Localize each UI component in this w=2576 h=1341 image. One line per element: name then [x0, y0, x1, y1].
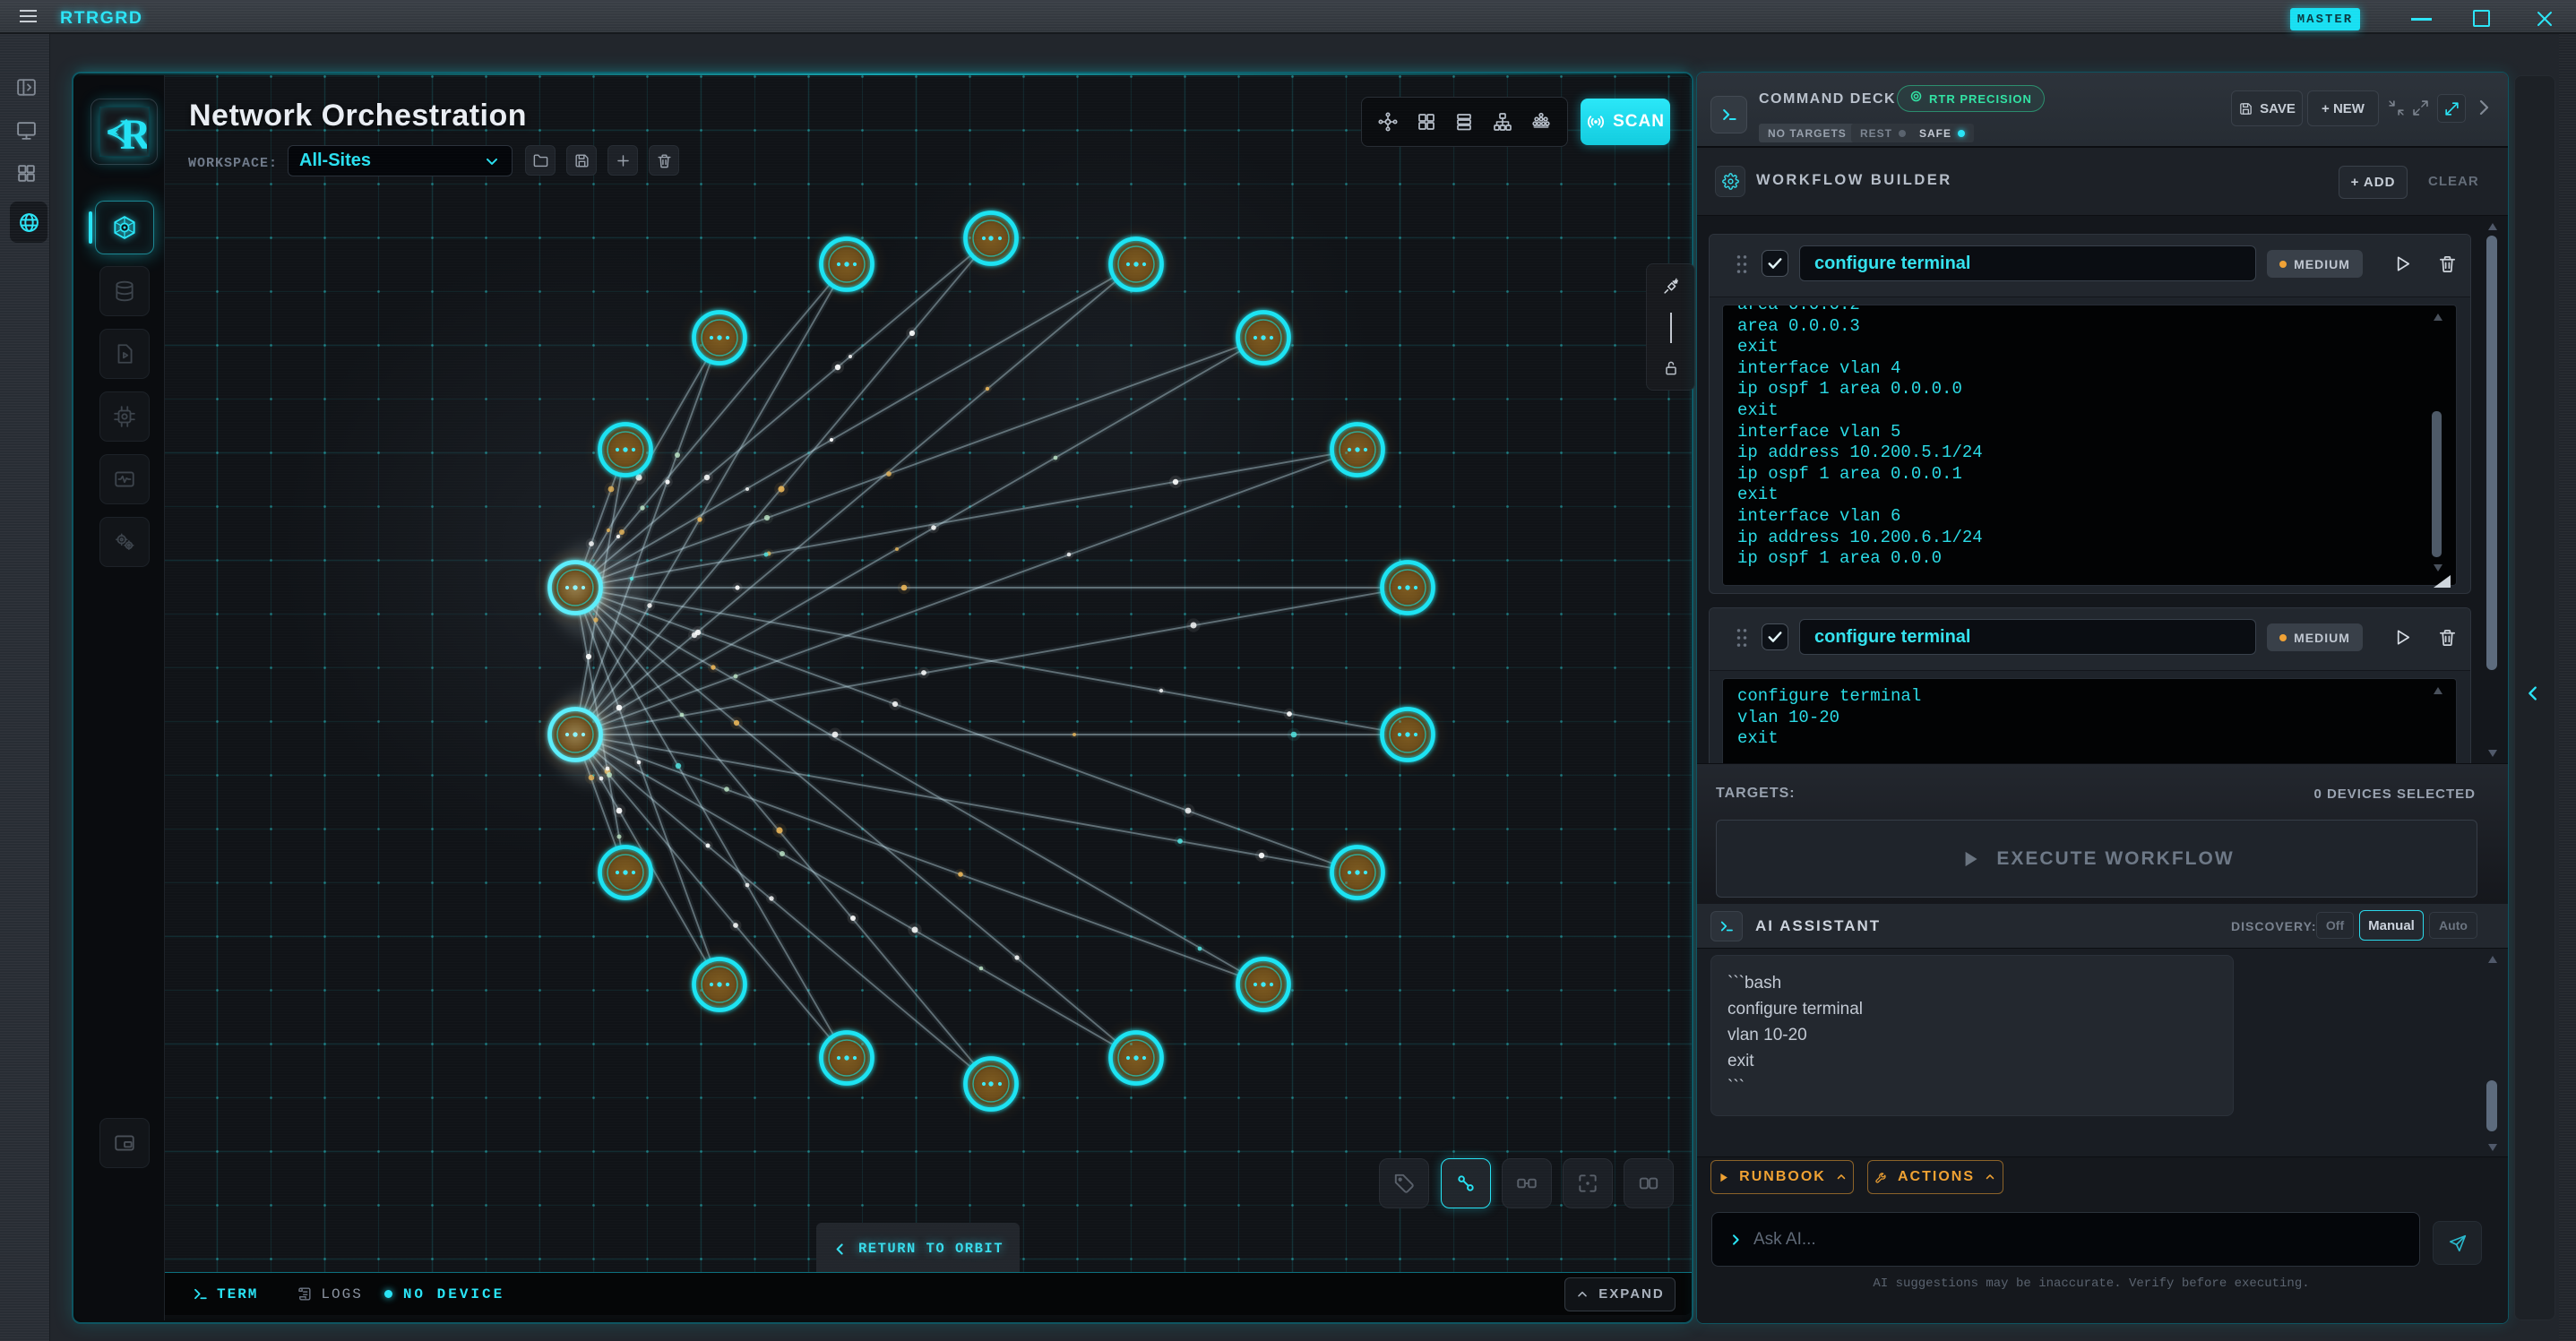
- svg-text:R: R: [119, 111, 146, 154]
